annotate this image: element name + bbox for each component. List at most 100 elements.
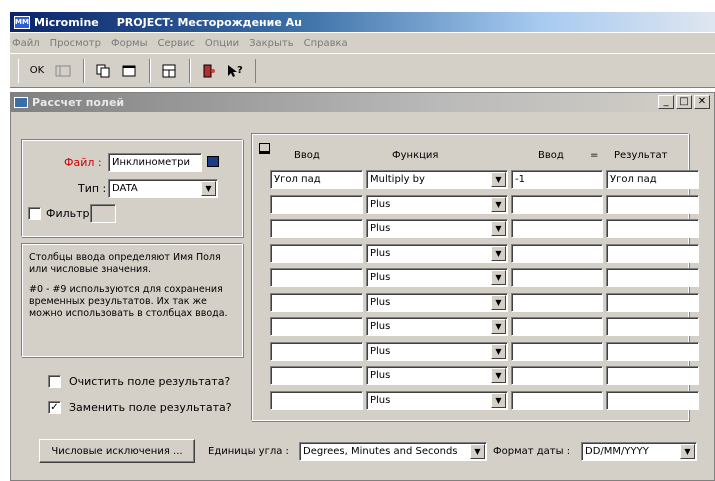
chevron-down-icon[interactable]: ▼: [491, 270, 506, 285]
chevron-down-icon[interactable]: ▼: [491, 368, 506, 383]
info-text-1: Столбцы ввода определяют Имя Поля или чи…: [29, 252, 221, 275]
grid-row: Plus ▼: [252, 219, 699, 239]
menu-close[interactable]: Закрыть: [249, 38, 294, 49]
grid-input1-cell[interactable]: Угол пад: [270, 170, 363, 189]
grid-input1-cell[interactable]: [270, 341, 363, 361]
menu-help[interactable]: Справка: [304, 38, 348, 49]
grid-row: Plus ▼: [252, 292, 699, 313]
grid-function-select[interactable]: Plus ▼: [366, 292, 508, 312]
chevron-down-icon[interactable]: ▼: [491, 196, 506, 212]
grid-row: Plus ▼: [252, 341, 699, 362]
grid-result-cell[interactable]: [606, 390, 699, 410]
ok-button[interactable]: OK: [25, 60, 49, 82]
toolbar: OK ?: [10, 54, 715, 88]
grid-input2-cell[interactable]: [511, 292, 603, 312]
replace-result-checkbox[interactable]: ✓: [48, 401, 61, 414]
grid-input2-cell[interactable]: [511, 366, 603, 385]
menu-file[interactable]: Файл: [12, 38, 40, 49]
grid-input2-cell[interactable]: [511, 268, 603, 287]
chevron-down-icon[interactable]: ▼: [491, 245, 506, 261]
grid-input1-cell[interactable]: [270, 194, 363, 214]
clear-result-checkbox[interactable]: [48, 375, 61, 388]
chevron-down-icon[interactable]: ▼: [491, 172, 506, 187]
file-input[interactable]: Инклинометри: [108, 153, 202, 172]
grid-select-all-icon[interactable]: [259, 143, 270, 154]
grid-result-cell[interactable]: [606, 219, 699, 238]
grid-input2-cell[interactable]: [511, 219, 603, 238]
calculator-icon[interactable]: [51, 60, 75, 82]
grid-function-select[interactable]: Plus ▼: [366, 366, 508, 385]
grid-row: Plus ▼: [252, 243, 699, 264]
grid-input1-cell[interactable]: [270, 317, 363, 336]
grid-function-select[interactable]: Plus ▼: [366, 268, 508, 287]
grid-result-cell[interactable]: [606, 243, 699, 263]
grid-input2-cell[interactable]: [511, 317, 603, 336]
date-format-select[interactable]: DD/MM/YYYY ▼: [581, 442, 697, 461]
file-browse-icon[interactable]: [207, 156, 219, 167]
grid-input1-cell-value: Угол пад: [274, 174, 321, 185]
grid-function-select[interactable]: Plus ▼: [366, 317, 508, 336]
grid-row: Plus ▼: [252, 366, 699, 386]
minimize-button[interactable]: _: [658, 95, 674, 109]
app-titlebar[interactable]: MM Micromine PROJECT: Месторождение Au: [10, 12, 715, 32]
menu-forms[interactable]: Формы: [111, 38, 148, 49]
file-label: Файл :: [64, 156, 102, 169]
grid-input1-cell[interactable]: [270, 390, 363, 410]
calc-fields-window: Рассчет полей _ □ ✕ Файл : Инклинометри …: [10, 92, 715, 481]
grid-function-select[interactable]: Plus ▼: [366, 390, 508, 410]
grid-input2-cell[interactable]: [511, 194, 603, 214]
menu-options[interactable]: Опции: [205, 38, 239, 49]
close-button[interactable]: ✕: [694, 95, 710, 109]
form-icon[interactable]: [157, 60, 181, 82]
chevron-down-icon[interactable]: ▼: [201, 181, 216, 196]
type-select[interactable]: DATA ▼: [108, 179, 218, 198]
grid-input1-cell[interactable]: [270, 292, 363, 312]
grid-result-cell[interactable]: [606, 341, 699, 361]
menubar: Файл Просмотр Формы Сервис Опции Закрыть…: [10, 33, 715, 53]
chevron-down-icon[interactable]: ▼: [491, 319, 506, 334]
filter-checkbox[interactable]: [28, 207, 41, 220]
grid-input2-cell[interactable]: [511, 390, 603, 410]
grid-function-select-value: Plus: [370, 223, 391, 234]
grid-panel: Ввод Функция Ввод = Результат Угол пад Mu…: [251, 133, 699, 421]
grid-input2-cell[interactable]: -1: [511, 170, 603, 189]
grid-input2-cell[interactable]: [511, 243, 603, 263]
grid-input2-cell[interactable]: [511, 341, 603, 361]
grid-result-cell[interactable]: [606, 268, 699, 287]
grid-function-select-value: Plus: [370, 296, 391, 308]
grid-input1-cell[interactable]: [270, 243, 363, 263]
copy-icon[interactable]: [91, 60, 115, 82]
exit-icon[interactable]: [197, 60, 221, 82]
chevron-down-icon[interactable]: ▼: [491, 294, 506, 310]
grid-function-select[interactable]: Plus ▼: [366, 194, 508, 214]
grid-function-select[interactable]: Plus ▼: [366, 219, 508, 238]
menu-view[interactable]: Просмотр: [50, 38, 101, 49]
window-titlebar[interactable]: Рассчет полей: [11, 93, 714, 112]
grid-input1-cell[interactable]: [270, 219, 363, 238]
toolbar-group-misc: ?: [190, 58, 256, 83]
grid-input1-cell[interactable]: [270, 268, 363, 287]
chevron-down-icon[interactable]: ▼: [680, 444, 695, 459]
angle-units-select[interactable]: Degrees, Minutes and Seconds ▼: [299, 442, 487, 461]
filter-input[interactable]: [90, 204, 116, 223]
chevron-down-icon[interactable]: ▼: [491, 221, 506, 236]
grid-result-cell[interactable]: [606, 292, 699, 312]
chevron-down-icon[interactable]: ▼: [470, 444, 485, 459]
chevron-down-icon[interactable]: ▼: [491, 343, 506, 359]
grid-result-cell[interactable]: [606, 317, 699, 336]
grid-result-cell[interactable]: [606, 366, 699, 385]
menu-service[interactable]: Сервис: [157, 38, 194, 49]
grid-function-select[interactable]: Plus ▼: [366, 341, 508, 361]
help-pointer-icon[interactable]: ?: [223, 60, 247, 82]
grid-input1-cell[interactable]: [270, 366, 363, 385]
numeric-exceptions-button[interactable]: Числовые исключения ...: [39, 439, 195, 463]
maximize-button[interactable]: □: [676, 95, 692, 109]
header-equals: =: [590, 150, 599, 161]
grid-function-select[interactable]: Plus ▼: [366, 243, 508, 263]
chevron-down-icon[interactable]: ▼: [491, 392, 506, 408]
grid-function-select[interactable]: Multiply by ▼: [366, 170, 508, 189]
grid-result-cell[interactable]: Угол пад: [606, 170, 699, 189]
window-icon[interactable]: [117, 60, 141, 82]
grid-result-cell[interactable]: [606, 194, 699, 214]
header-input1: Ввод: [294, 150, 320, 161]
